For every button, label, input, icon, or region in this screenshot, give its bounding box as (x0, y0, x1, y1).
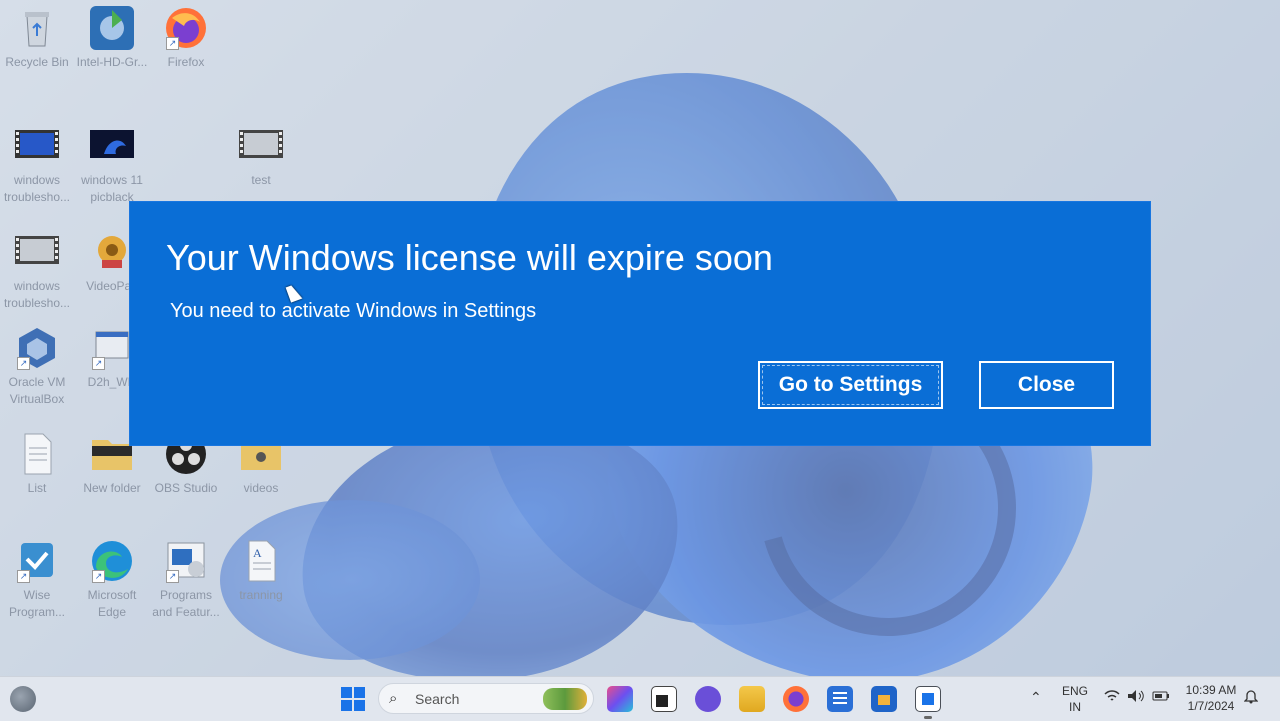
firefox-icon: ↗ (162, 6, 210, 50)
desktop-icon-label: tranning (239, 588, 283, 602)
language-code: ENG (1061, 684, 1088, 698)
desktop-icon-microsoft-edge[interactable]: ↗ Microsoft Edge (75, 539, 149, 621)
language-region: IN (1069, 700, 1081, 714)
copilot-icon[interactable] (607, 686, 633, 712)
desktop-icon-label: Intel-HD-Gr... (76, 55, 148, 69)
desktop-icon-windows-troubleshoot-1[interactable]: windows troublesho... (0, 124, 74, 206)
desktop-icon-intel-hd[interactable]: Intel-HD-Gr... (75, 6, 149, 71)
desktop-icon-label: Firefox (167, 55, 205, 69)
clock[interactable]: 10:39 AM 1/7/2024 (1180, 682, 1242, 714)
desktop-icon-label: Wise Program... (8, 588, 65, 619)
intel-graphics-icon (88, 6, 136, 50)
videopad-icon (88, 230, 136, 274)
active-indicator (924, 716, 932, 719)
task-view-icon[interactable] (651, 686, 677, 712)
desktop-icon-list[interactable]: List (0, 432, 74, 497)
desktop-icon-recycle-bin[interactable]: Recycle Bin (0, 6, 74, 71)
desktop-icon-label: List (27, 481, 47, 495)
desktop-icon-label: videos (243, 481, 279, 495)
windows-logo-icon (341, 687, 365, 711)
text-file-icon (13, 432, 61, 476)
desktop-icon-label: OBS Studio (154, 481, 218, 495)
language-indicator[interactable]: ENG IN (1060, 683, 1090, 715)
clock-time: 10:39 AM (1185, 683, 1237, 697)
desktop-icon-label: Oracle VM VirtualBox (8, 375, 66, 406)
desktop-icon-label: Recycle Bin (5, 55, 69, 69)
virtualbox-icon: ↗ (13, 326, 61, 370)
start-button[interactable] (340, 686, 366, 712)
search-label: Search (415, 691, 460, 707)
image-file-icon (88, 124, 136, 168)
notification-bell-icon[interactable] (1243, 688, 1259, 708)
desktop-icon-firefox[interactable]: ↗ Firefox (149, 6, 223, 71)
teams-chat-icon[interactable] (695, 686, 721, 712)
desktop-icon-windows-troubleshoot-2[interactable]: windows troublesho... (0, 230, 74, 312)
shortcut-icon: ↗ (88, 326, 136, 370)
wifi-icon[interactable] (1104, 689, 1120, 706)
file-explorer-icon[interactable] (739, 686, 765, 712)
desktop-icon-label: New folder (83, 481, 141, 495)
desktop-icon-label: Microsoft Edge (87, 588, 137, 619)
microsoft-store-icon[interactable] (871, 686, 897, 712)
desktop-icon-label: windows troublesho... (3, 279, 71, 310)
desktop-icon-tranning[interactable]: A tranning (224, 539, 298, 604)
notepad-icon[interactable] (827, 686, 853, 712)
dialog-subtitle: You need to activate Windows in Settings (170, 300, 537, 322)
search-icon: ⌕ (389, 690, 398, 707)
desktop-icon-wise-program[interactable]: ↗ Wise Program... (0, 539, 74, 621)
desktop-icon-virtualbox[interactable]: ↗ Oracle VM VirtualBox (0, 326, 74, 408)
dialog-title: Your Windows license will expire soon (166, 237, 773, 278)
desktop-icon-windows-11-picblack[interactable]: windows 11 picblack (75, 124, 149, 206)
volume-icon[interactable] (1127, 689, 1145, 707)
programs-features-icon: ↗ (162, 539, 210, 583)
taskbar-search-box[interactable]: ⌕ Search (378, 683, 594, 714)
document-icon: A (237, 539, 285, 583)
desktop-icon-label: windows 11 picblack (81, 173, 143, 204)
go-to-settings-button[interactable]: Go to Settings (758, 361, 943, 409)
clock-date: 1/7/2024 (1187, 699, 1235, 713)
wise-icon: ↗ (13, 539, 61, 583)
video-file-icon (13, 230, 61, 274)
taskbar: ⌕ Search ⌃ ENG IN 10:39 AM 1/7/2024 (0, 676, 1280, 721)
desktop-icon-test[interactable]: test (224, 124, 298, 189)
desktop-icon-programs-features[interactable]: ↗ Programs and Featur... (149, 539, 223, 621)
recycle-bin-icon (13, 6, 61, 50)
close-button[interactable]: Close (979, 361, 1114, 409)
chevron-up-icon[interactable]: ⌃ (1030, 689, 1042, 705)
widgets-icon[interactable] (10, 686, 36, 712)
license-expiry-dialog: Your Windows license will expire soon Yo… (130, 202, 1150, 445)
battery-icon[interactable] (1152, 689, 1170, 707)
active-window-icon[interactable] (915, 686, 941, 712)
folder-icon (88, 432, 136, 476)
desktop-icon-label: test (251, 173, 271, 187)
search-highlight-art-icon (543, 688, 587, 710)
svg-text:A: A (253, 546, 262, 560)
firefox-taskbar-icon[interactable] (783, 686, 809, 712)
desktop-icon-label: windows troublesho... (3, 173, 71, 204)
video-file-icon (237, 124, 285, 168)
desktop-icon-label: Programs and Featur... (152, 588, 220, 619)
edge-icon: ↗ (88, 539, 136, 583)
video-file-icon (13, 124, 61, 168)
